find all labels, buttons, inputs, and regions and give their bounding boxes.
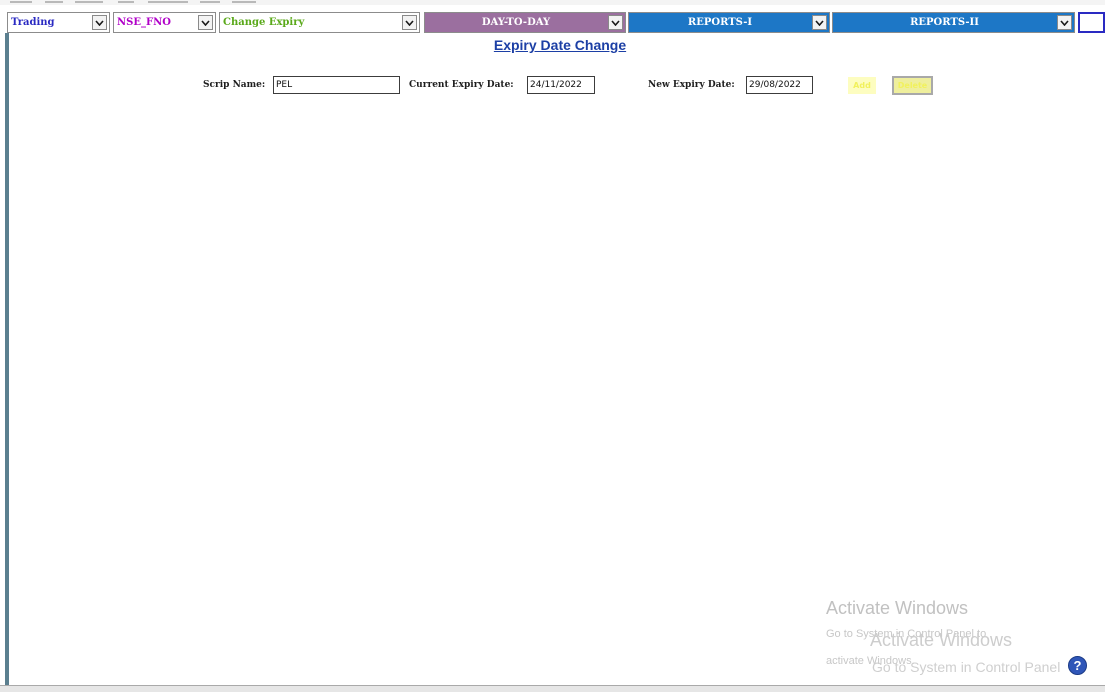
extra-dropdown[interactable] — [1078, 12, 1105, 33]
chevron-down-icon[interactable] — [812, 15, 827, 30]
change-expiry-dropdown[interactable]: Change Expiry — [219, 12, 420, 33]
reports-1-dropdown-label: REPORTS-I — [687, 17, 753, 28]
activate-windows-title: Activate Windows — [826, 598, 969, 618]
current-expiry-input[interactable]: 24/11/2022 — [527, 76, 595, 94]
chevron-down-icon[interactable] — [198, 15, 213, 30]
add-button[interactable]: Add — [848, 77, 876, 94]
reports-2-dropdown[interactable]: REPORTS-II — [832, 12, 1075, 33]
chevron-down-icon[interactable] — [1057, 15, 1072, 30]
activate-windows-subtitle-ghost: Go to System in Control Panel — [872, 659, 1061, 675]
delete-button[interactable]: Delete — [892, 76, 933, 95]
navigation-bar: Trading NSE_FNO Change Expiry DAY-TO-DAY… — [0, 12, 1105, 33]
current-expiry-label: Current Expiry Date: — [409, 80, 514, 90]
trading-dropdown[interactable]: Trading — [7, 12, 110, 33]
exchange-dropdown[interactable]: NSE_FNO — [113, 12, 216, 33]
left-frame-border — [5, 33, 9, 685]
activate-windows-title-ghost: Activate Windows — [870, 630, 1013, 650]
change-expiry-dropdown-label: Change Expiry — [223, 17, 305, 28]
page-title: Expiry Date Change — [493, 37, 627, 53]
day-to-day-dropdown-label: DAY-TO-DAY — [481, 17, 551, 28]
day-to-day-dropdown[interactable]: DAY-TO-DAY — [424, 12, 626, 33]
reports-1-dropdown[interactable]: REPORTS-I — [628, 12, 830, 33]
help-icon[interactable]: ? — [1068, 656, 1087, 675]
new-expiry-input[interactable]: 29/08/2022 — [746, 76, 813, 94]
scrip-name-input[interactable]: PEL — [273, 76, 400, 94]
chevron-down-icon[interactable] — [402, 15, 417, 30]
status-bar — [0, 685, 1105, 692]
chevron-down-icon[interactable] — [92, 15, 107, 30]
scrip-name-label: Scrip Name: — [203, 80, 266, 90]
browser-top-strip — [0, 0, 1105, 5]
new-expiry-label: New Expiry Date: — [648, 80, 735, 90]
chevron-down-icon[interactable] — [608, 15, 623, 30]
reports-2-dropdown-label: REPORTS-II — [910, 17, 979, 28]
